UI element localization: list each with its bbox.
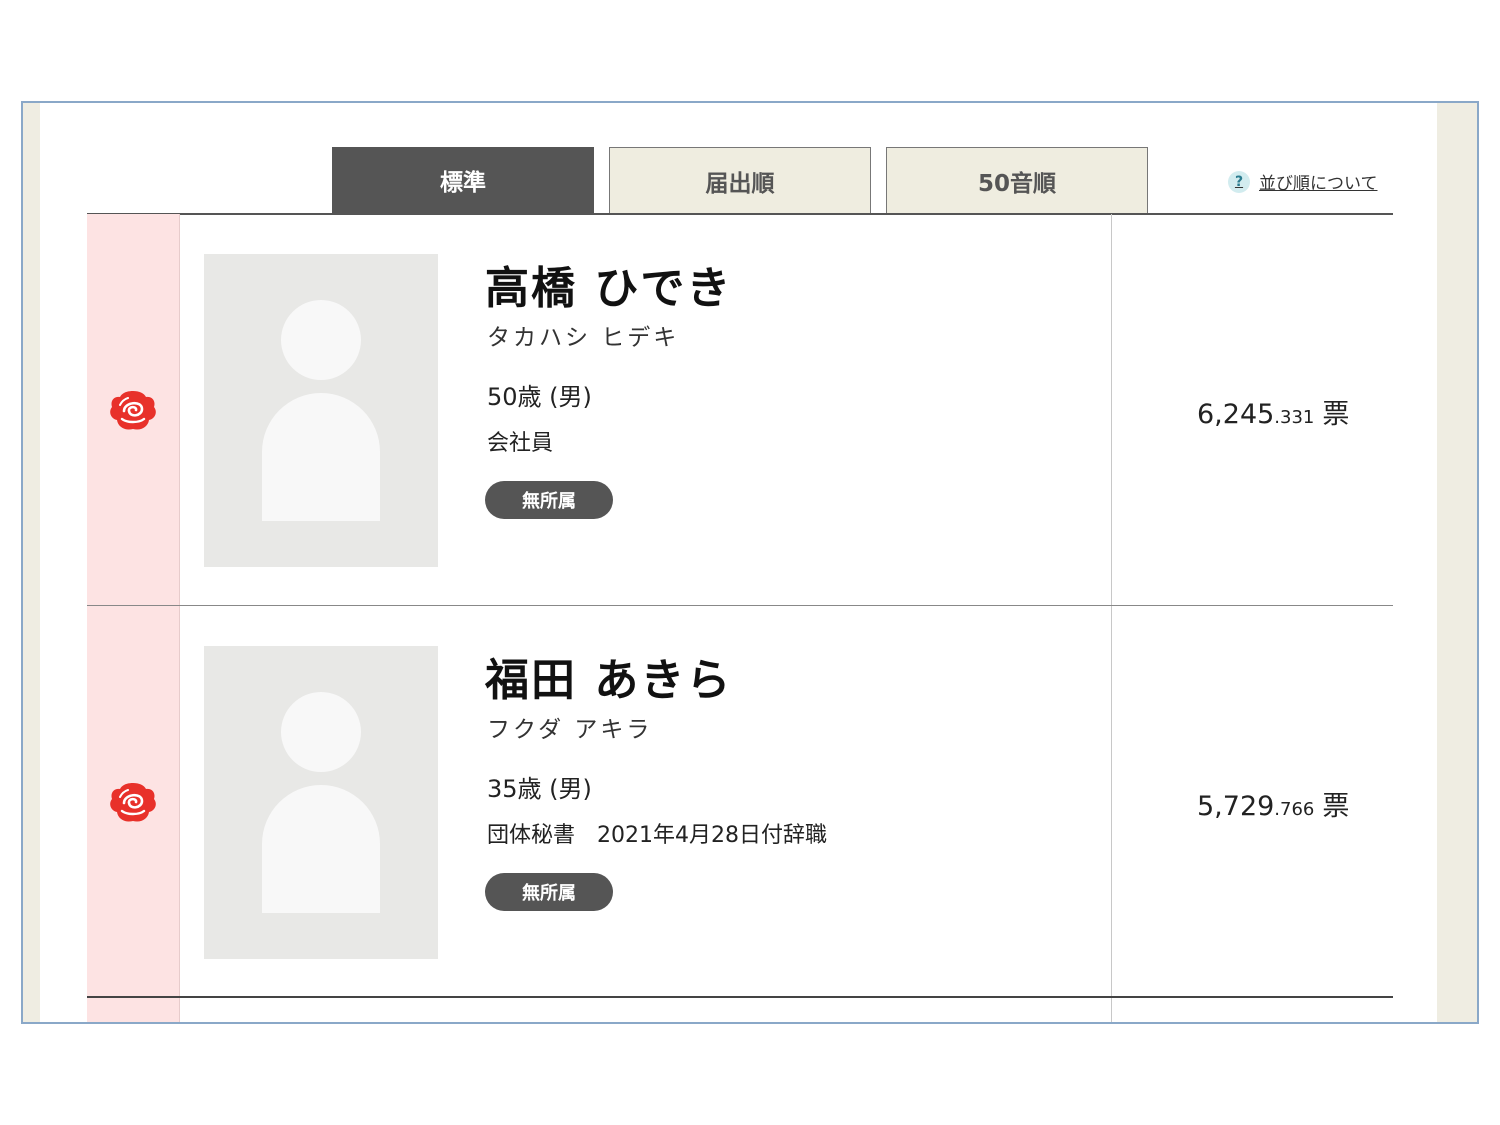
right-margin (1437, 103, 1477, 1022)
candidate-row-partial (87, 998, 1393, 1022)
column-divider (1111, 606, 1112, 998)
avatar-head (281, 300, 361, 380)
rose-icon (110, 391, 156, 430)
vote-unit: 票 (1322, 791, 1350, 822)
candidate-kana: タカハシ ヒデキ (487, 325, 680, 351)
candidate-row: 福田 あきら フクダ アキラ 35歳 (男) 団体秘書 2021年4月28日付辞… (87, 606, 1393, 998)
candidate-photo-placeholder (204, 254, 438, 567)
vote-count: 5,729.766 票 (1197, 784, 1349, 823)
column-divider (1111, 998, 1112, 1022)
rose-icon (110, 783, 156, 822)
candidate-photo-placeholder (204, 646, 438, 959)
results-panel: 標準 届出順 50音順 ? 並び順について 高橋 ひでき タカハシ ヒデキ 50… (21, 101, 1479, 1024)
vote-integer: 5,729 (1197, 791, 1275, 822)
avatar-body (262, 785, 380, 913)
tab-syllabary-order[interactable]: 50音順 (886, 147, 1148, 213)
elected-cell (87, 606, 180, 998)
elected-cell (87, 998, 180, 1022)
candidate-kana: フクダ アキラ (487, 717, 653, 743)
vote-fraction: .331 (1274, 407, 1315, 428)
column-divider (1111, 214, 1112, 606)
help-icon: ? (1228, 170, 1250, 193)
candidate-age: 35歳 (男) (487, 775, 592, 803)
vote-unit: 票 (1322, 399, 1350, 430)
party-badge: 無所属 (485, 873, 613, 911)
vote-integer: 6,245 (1197, 399, 1275, 430)
sort-order-help-link[interactable]: ? 並び順について (1228, 169, 1378, 194)
party-badge: 無所属 (485, 481, 613, 519)
elected-cell (87, 214, 180, 606)
tab-filing-order[interactable]: 届出順 (609, 147, 871, 213)
candidate-row: 高橋 ひでき タカハシ ヒデキ 50歳 (男) 会社員 無所属 6,245.33… (87, 214, 1393, 606)
vote-fraction: .766 (1274, 799, 1315, 820)
candidate-occupation: 会社員 (487, 431, 554, 456)
sort-order-help-label: 並び順について (1259, 174, 1378, 194)
avatar-head (281, 692, 361, 772)
vote-count: 6,245.331 票 (1197, 392, 1349, 431)
left-margin (23, 103, 40, 1022)
candidate-occupation: 団体秘書 2021年4月28日付辞職 (487, 823, 827, 848)
candidate-name: 高橋 ひでき (485, 263, 733, 314)
candidate-age: 50歳 (男) (487, 383, 592, 411)
tab-standard[interactable]: 標準 (332, 147, 594, 213)
candidate-name: 福田 あきら (485, 655, 733, 706)
avatar-body (262, 393, 380, 521)
